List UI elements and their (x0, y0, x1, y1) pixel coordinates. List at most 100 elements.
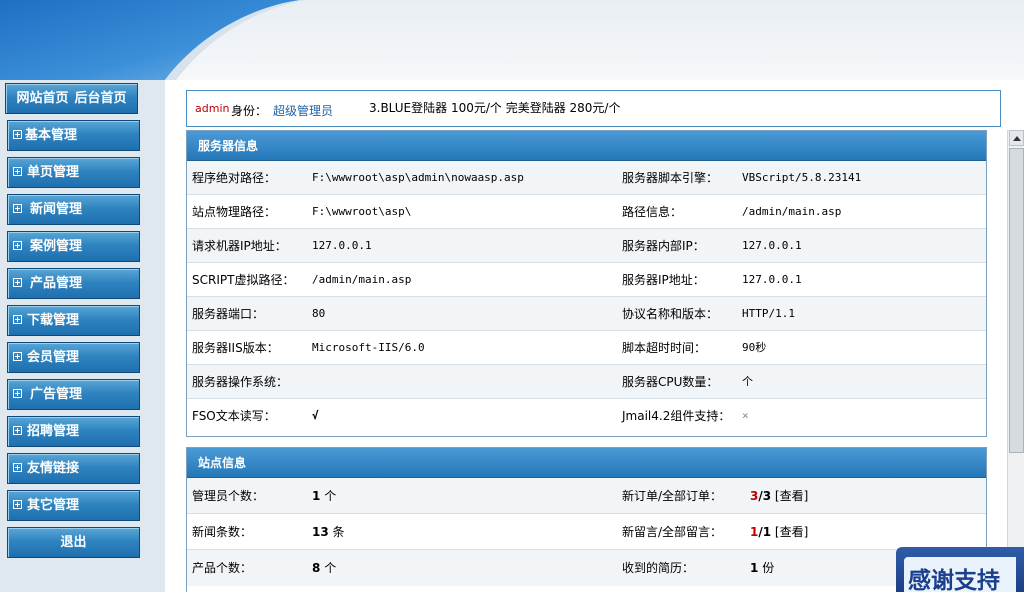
server-info-label-right: 服务器IP地址： (622, 273, 705, 287)
table-row: 服务器操作系统： 服务器CPU数量： 个 (187, 365, 986, 399)
sidebar-item-products[interactable]: 产品管理 (7, 268, 140, 299)
server-info-label-right: 脚本超时时间： (622, 341, 707, 355)
server-info-value-left: /admin/main.asp (312, 273, 412, 286)
username: admin (195, 102, 230, 115)
server-info-panel: 服务器信息 程序绝对路径： F:\wwwroot\asp\admin\nowaas… (186, 130, 987, 437)
view-messages-link[interactable]: [查看] (775, 525, 808, 539)
server-info-label-left: 请求机器IP地址： (192, 239, 287, 253)
view-orders-link[interactable]: [查看] (775, 489, 808, 503)
site-home-link[interactable]: 网站首页 (13, 91, 71, 106)
sidebar-item-page[interactable]: 单页管理 (7, 157, 140, 188)
sidebar-item-members[interactable]: 会员管理 (7, 342, 140, 373)
server-info-label-left: 服务器端口： (192, 307, 265, 321)
products-value: 8 个 (312, 561, 337, 575)
table-row: 新闻条数： 13 条 新留言/全部留言： 1/1 [查看] (187, 514, 986, 550)
user-info-bar: admin 身份： 超级管理员 3.BLUE登陆器 100元/个 完美登陆器 2… (186, 90, 1001, 127)
table-row: 程序绝对路径： F:\wwwroot\asp\admin\nowaasp.asp 服… (187, 161, 986, 195)
news-value: 13 条 (312, 525, 345, 539)
server-info-label-right: 服务器内部IP： (622, 239, 705, 253)
server-info-value-right: × (742, 409, 749, 422)
server-info-value-right: 个 (742, 375, 753, 388)
server-info-value-right: 90秒 (742, 341, 767, 354)
resumes-label: 收到的简历： (622, 561, 695, 575)
admins-value: 1 个 (312, 489, 337, 503)
server-info-value-left: Microsoft-IIS/6.0 (312, 341, 425, 354)
server-info-label-right: 服务器脚本引擎： (622, 171, 719, 185)
table-row: 服务器IIS版本： Microsoft-IIS/6.0 脚本超时时间： 90秒 (187, 331, 986, 365)
scrollbar[interactable] (1007, 130, 1024, 592)
scroll-up-arrow-icon[interactable] (1009, 130, 1024, 146)
server-info-value-left: √ (312, 409, 319, 422)
server-info-value-right: 127.0.0.1 (742, 273, 802, 286)
panel-title: 站点信息 (187, 448, 986, 478)
server-info-value-right: /admin/main.asp (742, 205, 842, 218)
table-row: 管理员个数： 1 个 新订单/全部订单： 3/3 [查看] (187, 478, 986, 514)
plus-box-icon (13, 352, 22, 361)
plus-box-icon (13, 315, 22, 324)
plus-box-icon (13, 463, 22, 472)
server-info-value-left: 80 (312, 307, 326, 320)
sidebar-item-ads[interactable]: 广告管理 (7, 379, 140, 410)
site-info-panel: 站点信息 管理员个数： 1 个 新订单/全部订单： 3/3 [查看] 新闻条数：… (186, 447, 987, 592)
plus-box-icon (13, 278, 22, 287)
scroll-thumb[interactable] (1009, 148, 1024, 453)
sidebar-item-label: 基本管理 (25, 128, 78, 143)
resumes-value: 1 份 (750, 561, 775, 575)
messages-value: 1/1 [查看] (750, 525, 809, 539)
logout-button[interactable]: 退出 (7, 527, 140, 558)
plus-box-icon (13, 204, 22, 213)
server-info-value-left: F:\wwwroot\asp\ (312, 205, 412, 218)
sidebar-item-label: 会员管理 (27, 350, 80, 365)
server-info-label-left: SCRIPT虚拟路径： (192, 273, 295, 287)
sidebar-item-label: 其它管理 (27, 498, 80, 513)
sidebar-item-cases[interactable]: 案例管理 (7, 231, 140, 262)
products-label: 产品个数： (192, 561, 253, 575)
banner-wave-graphic (0, 0, 306, 80)
top-banner (0, 0, 1024, 80)
orders-label: 新订单/全部订单： (622, 489, 723, 503)
badge-inner: 感谢支持 (904, 557, 1016, 592)
server-info-label-right: 路径信息： (622, 205, 683, 219)
announcement-marquee: 3.BLUE登陆器 100元/个 完美登陆器 280元/个 (369, 100, 955, 116)
sidebar-item-label: 友情链接 (27, 461, 80, 476)
plus-box-icon (13, 389, 22, 398)
server-info-value-right: 127.0.0.1 (742, 239, 802, 252)
plus-box-icon (13, 426, 22, 435)
sidebar-item-other[interactable]: 其它管理 (7, 490, 140, 521)
sidebar-item-label: 新闻管理 (30, 202, 83, 217)
sidebar-item-label: 单页管理 (27, 165, 80, 180)
sidebar-item-label: 产品管理 (30, 276, 83, 291)
sidebar-item-label: 案例管理 (30, 239, 83, 254)
server-info-label-right: Jmail4.2组件支持： (622, 409, 731, 423)
sidebar-item-links[interactable]: 友情链接 (7, 453, 140, 484)
orders-value: 3/3 [查看] (750, 489, 809, 503)
sidebar-item-jobs[interactable]: 招聘管理 (7, 416, 140, 447)
server-info-label-right: 服务器CPU数量： (622, 375, 719, 389)
sidebar-item-label: 招聘管理 (27, 424, 80, 439)
server-info-label-left: 站点物理路径： (192, 205, 277, 219)
plus-box-icon (13, 500, 22, 509)
news-label: 新闻条数： (192, 525, 253, 539)
server-info-table: 程序绝对路径： F:\wwwroot\asp\admin\nowaasp.asp 服… (187, 161, 986, 433)
admin-home-link[interactable]: 后台首页 (72, 91, 130, 106)
home-links-box: 网站首页 后台首页 (5, 83, 138, 114)
thanks-support-badge[interactable]: 感谢支持 (896, 547, 1024, 592)
identity-label: 身份： (231, 104, 268, 118)
server-info-value-right: VBScript/5.8.23141 (742, 171, 862, 184)
sidebar-item-news[interactable]: 新闻管理 (7, 194, 140, 225)
table-row: FSO文本读写： √ Jmail4.2组件支持： × (187, 399, 986, 433)
sidebar-item-downloads[interactable]: 下载管理 (7, 305, 140, 336)
server-info-label-left: 服务器操作系统： (192, 375, 289, 389)
admins-label: 管理员个数： (192, 489, 265, 503)
plus-box-icon (13, 241, 22, 250)
plus-box-icon (13, 167, 22, 176)
table-row: 产品个数： 8 个 收到的简历： 1 份 (187, 550, 986, 586)
messages-label: 新留言/全部留言： (622, 525, 723, 539)
sidebar-item-label: 广告管理 (30, 387, 83, 402)
panel-title: 服务器信息 (187, 131, 986, 161)
sidebar-item-basic[interactable]: 基本管理 (7, 120, 140, 151)
table-row: 站点物理路径： F:\wwwroot\asp\ 路径信息： /admin/main.a… (187, 195, 986, 229)
server-info-value-left: F:\wwwroot\asp\admin\nowaasp.asp (312, 171, 524, 184)
table-row: 服务器端口： 80 协议名称和版本： HTTP/1.1 (187, 297, 986, 331)
plus-box-icon (13, 130, 22, 139)
